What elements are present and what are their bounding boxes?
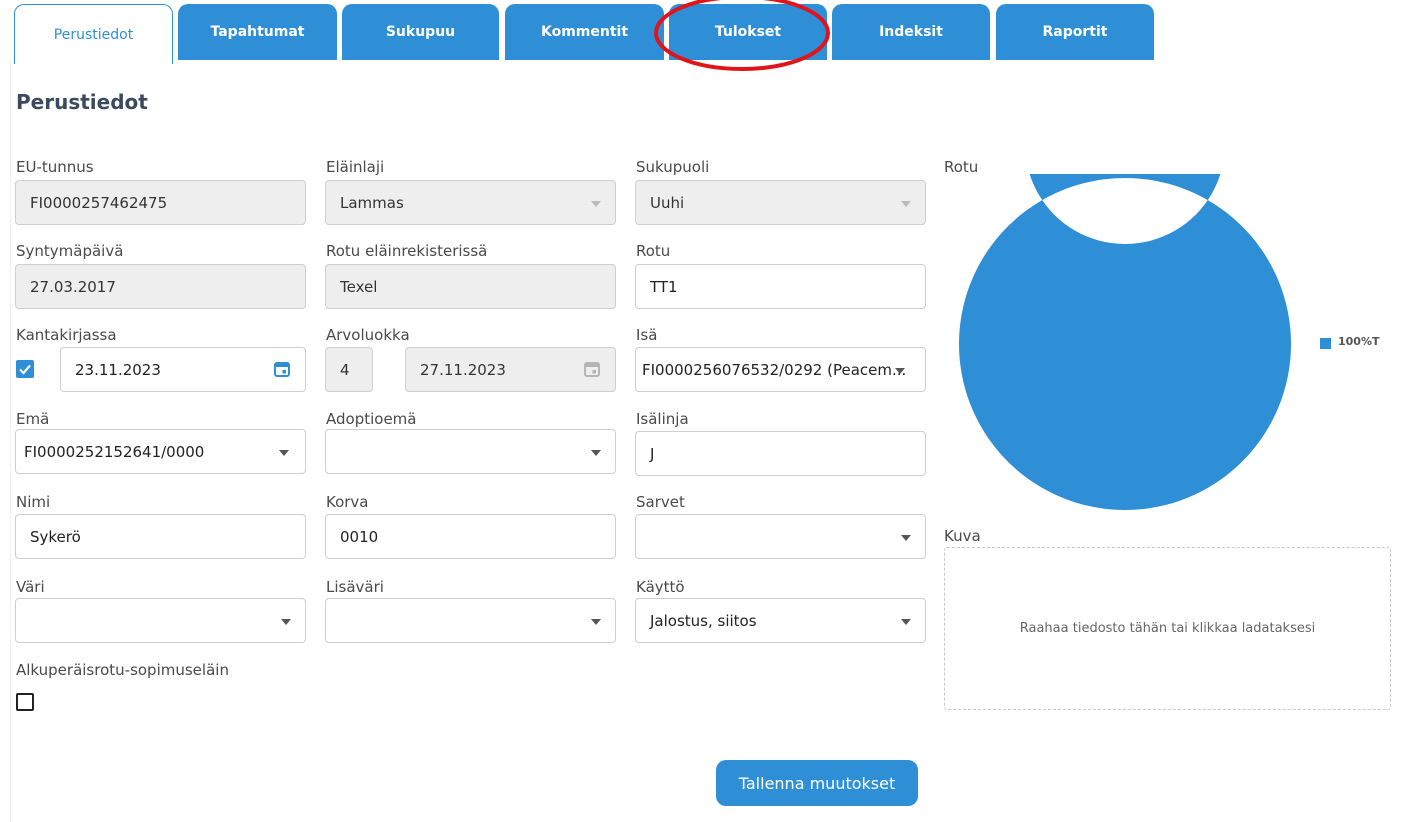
chevron-down-icon xyxy=(279,449,289,456)
rotu-donut-chart xyxy=(959,174,1291,510)
eu-tunnus-label: EU-tunnus xyxy=(16,158,94,176)
vari-label: Väri xyxy=(16,578,45,596)
sarvet-label: Sarvet xyxy=(636,493,685,511)
arvoluokka-field: 4 xyxy=(325,347,373,392)
kaytto-label: Käyttö xyxy=(636,578,685,596)
highlight-ellipse xyxy=(654,0,830,71)
legend-label: 100%T xyxy=(1338,335,1380,348)
legend-swatch xyxy=(1320,338,1331,349)
alkuperaisrotu-label: Alkuperäisrotu-sopimuseläin xyxy=(16,661,229,679)
rotu-value: TT1 xyxy=(650,277,678,296)
kantakirjassa-date-input[interactable]: 23.11.2023 xyxy=(60,347,306,392)
eu-tunnus-value: FI0000257462475 xyxy=(30,193,168,212)
isa-value: FI0000256076532/0292 (Peacem... xyxy=(642,360,907,379)
save-button[interactable]: Tallenna muutokset xyxy=(716,760,918,806)
chevron-down-icon xyxy=(901,200,911,207)
nimi-value: Sykerö xyxy=(30,527,81,546)
kantakirjassa-checkbox[interactable] xyxy=(16,360,34,378)
korva-value: 0010 xyxy=(340,527,379,546)
tab-perustiedot[interactable]: Perustiedot xyxy=(14,4,173,64)
rotu-rekisterissa-value: Texel xyxy=(340,277,378,296)
tab-tapahtumat[interactable]: Tapahtumat xyxy=(178,4,337,60)
tab-kommentit[interactable]: Kommentit xyxy=(505,4,664,60)
chevron-down-icon xyxy=(895,367,905,374)
isa-select[interactable]: FI0000256076532/0292 (Peacem... xyxy=(635,347,926,392)
rotu-label: Rotu xyxy=(636,242,671,260)
rotu-input[interactable]: TT1 xyxy=(635,264,926,309)
arvoluokka-value: 4 xyxy=(340,360,350,379)
elainlaji-label: Eläinlaji xyxy=(326,158,385,176)
isalinja-label: Isälinja xyxy=(636,410,689,428)
file-dropzone[interactable]: Raahaa tiedosto tähän tai klikkaa ladata… xyxy=(944,547,1391,710)
dropzone-text: Raahaa tiedosto tähän tai klikkaa ladata… xyxy=(1019,621,1316,636)
chevron-down-icon xyxy=(591,618,601,625)
sarvet-select[interactable] xyxy=(635,514,926,559)
syntymapaiva-field: 27.03.2017 xyxy=(15,264,306,309)
chevron-down-icon xyxy=(591,449,601,456)
kaytto-select[interactable]: Jalostus, siitos xyxy=(635,598,926,643)
calendar-icon xyxy=(584,362,600,377)
nimi-input[interactable]: Sykerö xyxy=(15,514,306,559)
calendar-icon[interactable] xyxy=(273,360,291,378)
panel-border xyxy=(10,60,11,822)
chevron-down-icon xyxy=(281,618,291,625)
elainlaji-select[interactable]: Lammas xyxy=(325,180,616,225)
sukupuoli-value: Uuhi xyxy=(650,193,685,212)
korva-label: Korva xyxy=(326,493,369,511)
ema-select[interactable]: FI0000252152641/0000 xyxy=(15,429,306,474)
chevron-down-icon xyxy=(901,618,911,625)
lisavari-select[interactable] xyxy=(325,598,616,643)
isa-label: Isä xyxy=(636,326,658,344)
sukupuoli-select[interactable]: Uuhi xyxy=(635,180,926,225)
syntymapaiva-value: 27.03.2017 xyxy=(30,277,116,296)
korva-input[interactable]: 0010 xyxy=(325,514,616,559)
check-icon xyxy=(19,364,31,375)
chevron-down-icon xyxy=(901,534,911,541)
page-title: Perustiedot xyxy=(16,90,148,114)
eu-tunnus-field: FI0000257462475 xyxy=(15,180,306,225)
ema-label: Emä xyxy=(16,410,50,428)
kaytto-value: Jalostus, siitos xyxy=(650,611,757,630)
rotu-rekisterissa-field: Texel xyxy=(325,264,616,309)
isalinja-input[interactable]: J xyxy=(635,431,926,476)
kantakirjassa-label: Kantakirjassa xyxy=(16,326,117,344)
rotu-rekisterissa-label: Rotu eläinrekisterissä xyxy=(326,242,488,260)
kantakirjassa-date-value: 23.11.2023 xyxy=(75,360,161,379)
arvoluokka-date-field: 27.11.2023 xyxy=(405,347,616,392)
tab-raportit[interactable]: Raportit xyxy=(996,4,1154,60)
isalinja-value: J xyxy=(650,444,655,463)
arvoluokka-date-value: 27.11.2023 xyxy=(420,360,506,379)
adoptioema-label: Adoptioemä xyxy=(326,410,417,428)
syntymapaiva-label: Syntymäpäivä xyxy=(16,242,124,260)
arvoluokka-label: Arvoluokka xyxy=(326,326,410,344)
lisavari-label: Lisäväri xyxy=(326,578,384,596)
alkuperaisrotu-checkbox[interactable] xyxy=(16,693,34,711)
tab-indeksit[interactable]: Indeksit xyxy=(832,4,990,60)
sukupuoli-label: Sukupuoli xyxy=(636,158,710,176)
nimi-label: Nimi xyxy=(16,493,51,511)
adoptioema-select[interactable] xyxy=(325,429,616,474)
tab-sukupuu[interactable]: Sukupuu xyxy=(342,4,499,60)
ema-value: FI0000252152641/0000 xyxy=(24,442,205,461)
kuva-label: Kuva xyxy=(944,527,981,545)
elainlaji-value: Lammas xyxy=(340,193,404,212)
chevron-down-icon xyxy=(591,200,601,207)
vari-select[interactable] xyxy=(15,598,306,643)
